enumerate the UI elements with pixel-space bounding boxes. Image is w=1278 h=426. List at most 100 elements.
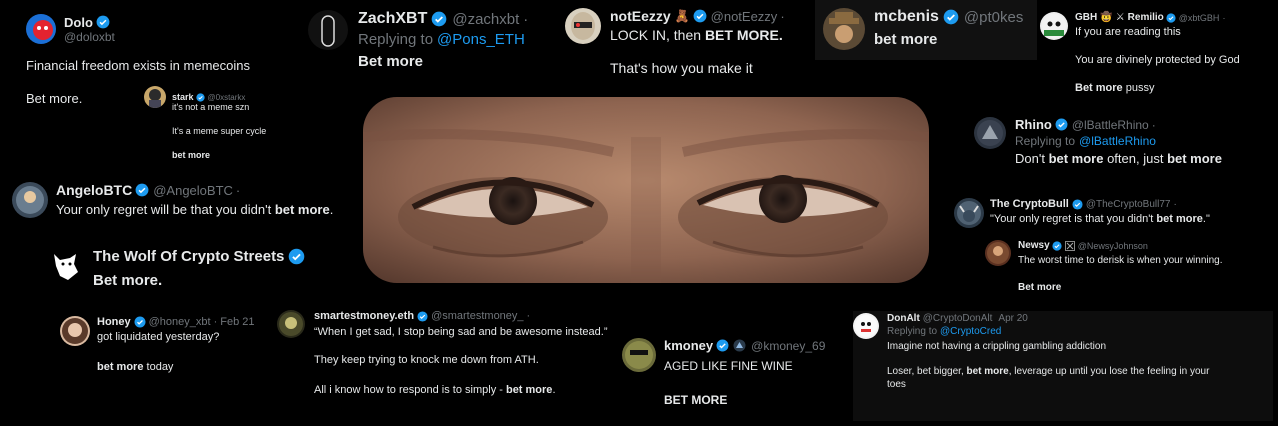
avatar[interactable] [985, 240, 1011, 266]
author-handle[interactable]: @TheCryptoBull77 [1086, 199, 1171, 210]
tweet-text: They keep trying to knock me down from A… [314, 354, 539, 366]
author-name[interactable]: Rhino [1015, 117, 1052, 132]
tweet-honey: Honey @honey_xbt · Feb 21 got liquidated… [60, 316, 255, 373]
separator-dot: · [523, 10, 529, 28]
cartoon-avatar-icon [1042, 14, 1066, 38]
author-handle[interactable]: @notEezzy [711, 9, 778, 24]
bull-avatar-icon [957, 201, 981, 225]
text-part: , leverage up until you lose the feeling… [1008, 366, 1210, 377]
figure-avatar-icon [321, 15, 335, 47]
author-name[interactable]: The CryptoBull [990, 198, 1069, 210]
affiliate-badge-icon [733, 339, 746, 352]
replying-label: Replying to [887, 326, 938, 337]
verified-badge-icon [289, 248, 305, 265]
tweet-text: toes [887, 379, 906, 390]
avatar[interactable] [48, 248, 82, 282]
author-name[interactable]: DonAlt [887, 313, 920, 324]
tweet-text: The worst time to derisk is when your wi… [1018, 255, 1223, 266]
verified-badge-icon [1166, 12, 1176, 23]
person-avatar-icon [62, 318, 88, 344]
avatar[interactable] [622, 338, 656, 372]
avatar[interactable] [308, 10, 348, 50]
author-name[interactable]: ZachXBT [358, 10, 427, 28]
tweet-text: LOCK IN, then BET MORE. [610, 27, 785, 43]
author-name[interactable]: Honey [97, 316, 131, 328]
avatar[interactable] [954, 198, 984, 228]
author-handle[interactable]: @honey_xbt [149, 316, 211, 328]
verified-badge-icon [716, 339, 729, 352]
author-name[interactable]: notEezzy [610, 8, 671, 24]
author-handle[interactable]: @CryptoDonAlt [923, 313, 993, 324]
author-handle[interactable]: @kmoney_69 [751, 339, 825, 353]
verified-badge-icon [195, 92, 205, 102]
author-handle[interactable]: @pt0kes [964, 9, 1023, 26]
text-part: "Your only regret is that you didn't [990, 213, 1157, 225]
red-face-icon [33, 20, 53, 40]
tweet-text: That's how you make it [610, 60, 753, 76]
affiliate-badge-icon [1064, 240, 1075, 251]
avatar[interactable] [565, 8, 601, 44]
author-handle[interactable]: @AngeloBTC [153, 183, 233, 198]
avatar[interactable] [277, 310, 305, 338]
author-name[interactable]: smartestmoney.eth [314, 310, 414, 322]
tweet-gbh: GBH 🤠 ⚔ Remilio @xbtGBH · If you are rea… [1040, 12, 1240, 94]
avatar[interactable] [853, 313, 879, 339]
reply-to-link[interactable]: @Pons_ETH [437, 31, 525, 48]
reply-to-link[interactable]: @CryptoCred [940, 326, 1001, 337]
tweet-text: got liquidated yesterday? [97, 331, 220, 343]
tweet-text: Imagine not having a crippling gambling … [887, 341, 1107, 352]
reply-to-link[interactable]: @lBattleRhino [1079, 134, 1156, 148]
tweet-text: Bet more pussy [1075, 82, 1240, 94]
tweet-kmoney: kmoney @kmoney_69 AGED LIKE FINE WINE BE… [622, 338, 825, 407]
tweet-text: bet more today [97, 361, 255, 373]
author-name-2[interactable]: Remilio [1128, 12, 1164, 23]
avatar[interactable] [823, 8, 865, 50]
author-handle[interactable]: @NewsyJohnson [1078, 241, 1148, 251]
author-handle[interactable]: @0xstarkx [208, 93, 246, 102]
tweet-date[interactable]: Apr 20 [998, 313, 1027, 324]
text-bold: bet more [97, 361, 144, 373]
tweet-date[interactable]: · Feb 21 [214, 316, 255, 328]
replying-label: Replying to [358, 31, 434, 48]
author-name[interactable]: The Wolf Of Crypto Streets [93, 248, 284, 265]
avatar[interactable] [60, 316, 90, 346]
author-name[interactable]: Newsy [1018, 240, 1050, 251]
author-name[interactable]: kmoney [664, 338, 713, 353]
text-bold: bet more [505, 384, 553, 396]
wolf-logo-icon [54, 254, 78, 280]
separator-dot: · [235, 182, 241, 198]
author-handle[interactable]: @lBattleRhino [1072, 118, 1149, 132]
avatar[interactable] [12, 182, 48, 218]
text-bold: bet more [1048, 151, 1104, 166]
tweet-text: Financial freedom exists in memecoins [26, 58, 250, 73]
text-bold: bet more [1167, 151, 1222, 166]
text-part: Loser, bet bigger, [887, 366, 967, 377]
text-part: All i know how to respond is to simply - [314, 384, 506, 396]
author-name[interactable]: mcbenis [874, 8, 939, 26]
avatar[interactable] [974, 117, 1006, 149]
tweet-text: Your only regret will be that you didn't… [56, 202, 333, 217]
avatar[interactable] [144, 86, 166, 108]
text-part: often, just [1103, 151, 1168, 166]
character-avatar-icon [149, 89, 161, 108]
author-name[interactable]: AngeloBTC [56, 182, 132, 198]
tweet-text: "Your only regret is that you didn't bet… [990, 213, 1210, 225]
author-handle[interactable]: @smartestmoney_ [431, 310, 523, 322]
tweet-text: All i know how to respond is to simply -… [314, 384, 608, 396]
replying-label: Replying to [1015, 134, 1076, 148]
author-handle[interactable]: @zachxbt [452, 11, 519, 28]
verified-badge-icon [693, 9, 707, 23]
character-avatar-icon [987, 242, 1009, 264]
author-handle[interactable]: @xbtGBH [1179, 13, 1220, 23]
tweet-text: You are divinely protected by God [1075, 54, 1240, 66]
tweet-zachxbt: ZachXBT @zachxbt · Replying to @Pons_ETH … [308, 10, 528, 70]
avatar[interactable] [26, 14, 56, 44]
author-handle[interactable]: @doloxbt [64, 30, 115, 44]
tweet-text: bet more [874, 31, 938, 48]
author-name[interactable]: stark [172, 92, 194, 102]
author-name[interactable]: Dolo [64, 15, 93, 30]
avatar[interactable] [1040, 12, 1068, 40]
text-part: . [329, 202, 334, 217]
author-name[interactable]: GBH [1075, 12, 1097, 23]
text-part: . [552, 384, 556, 396]
